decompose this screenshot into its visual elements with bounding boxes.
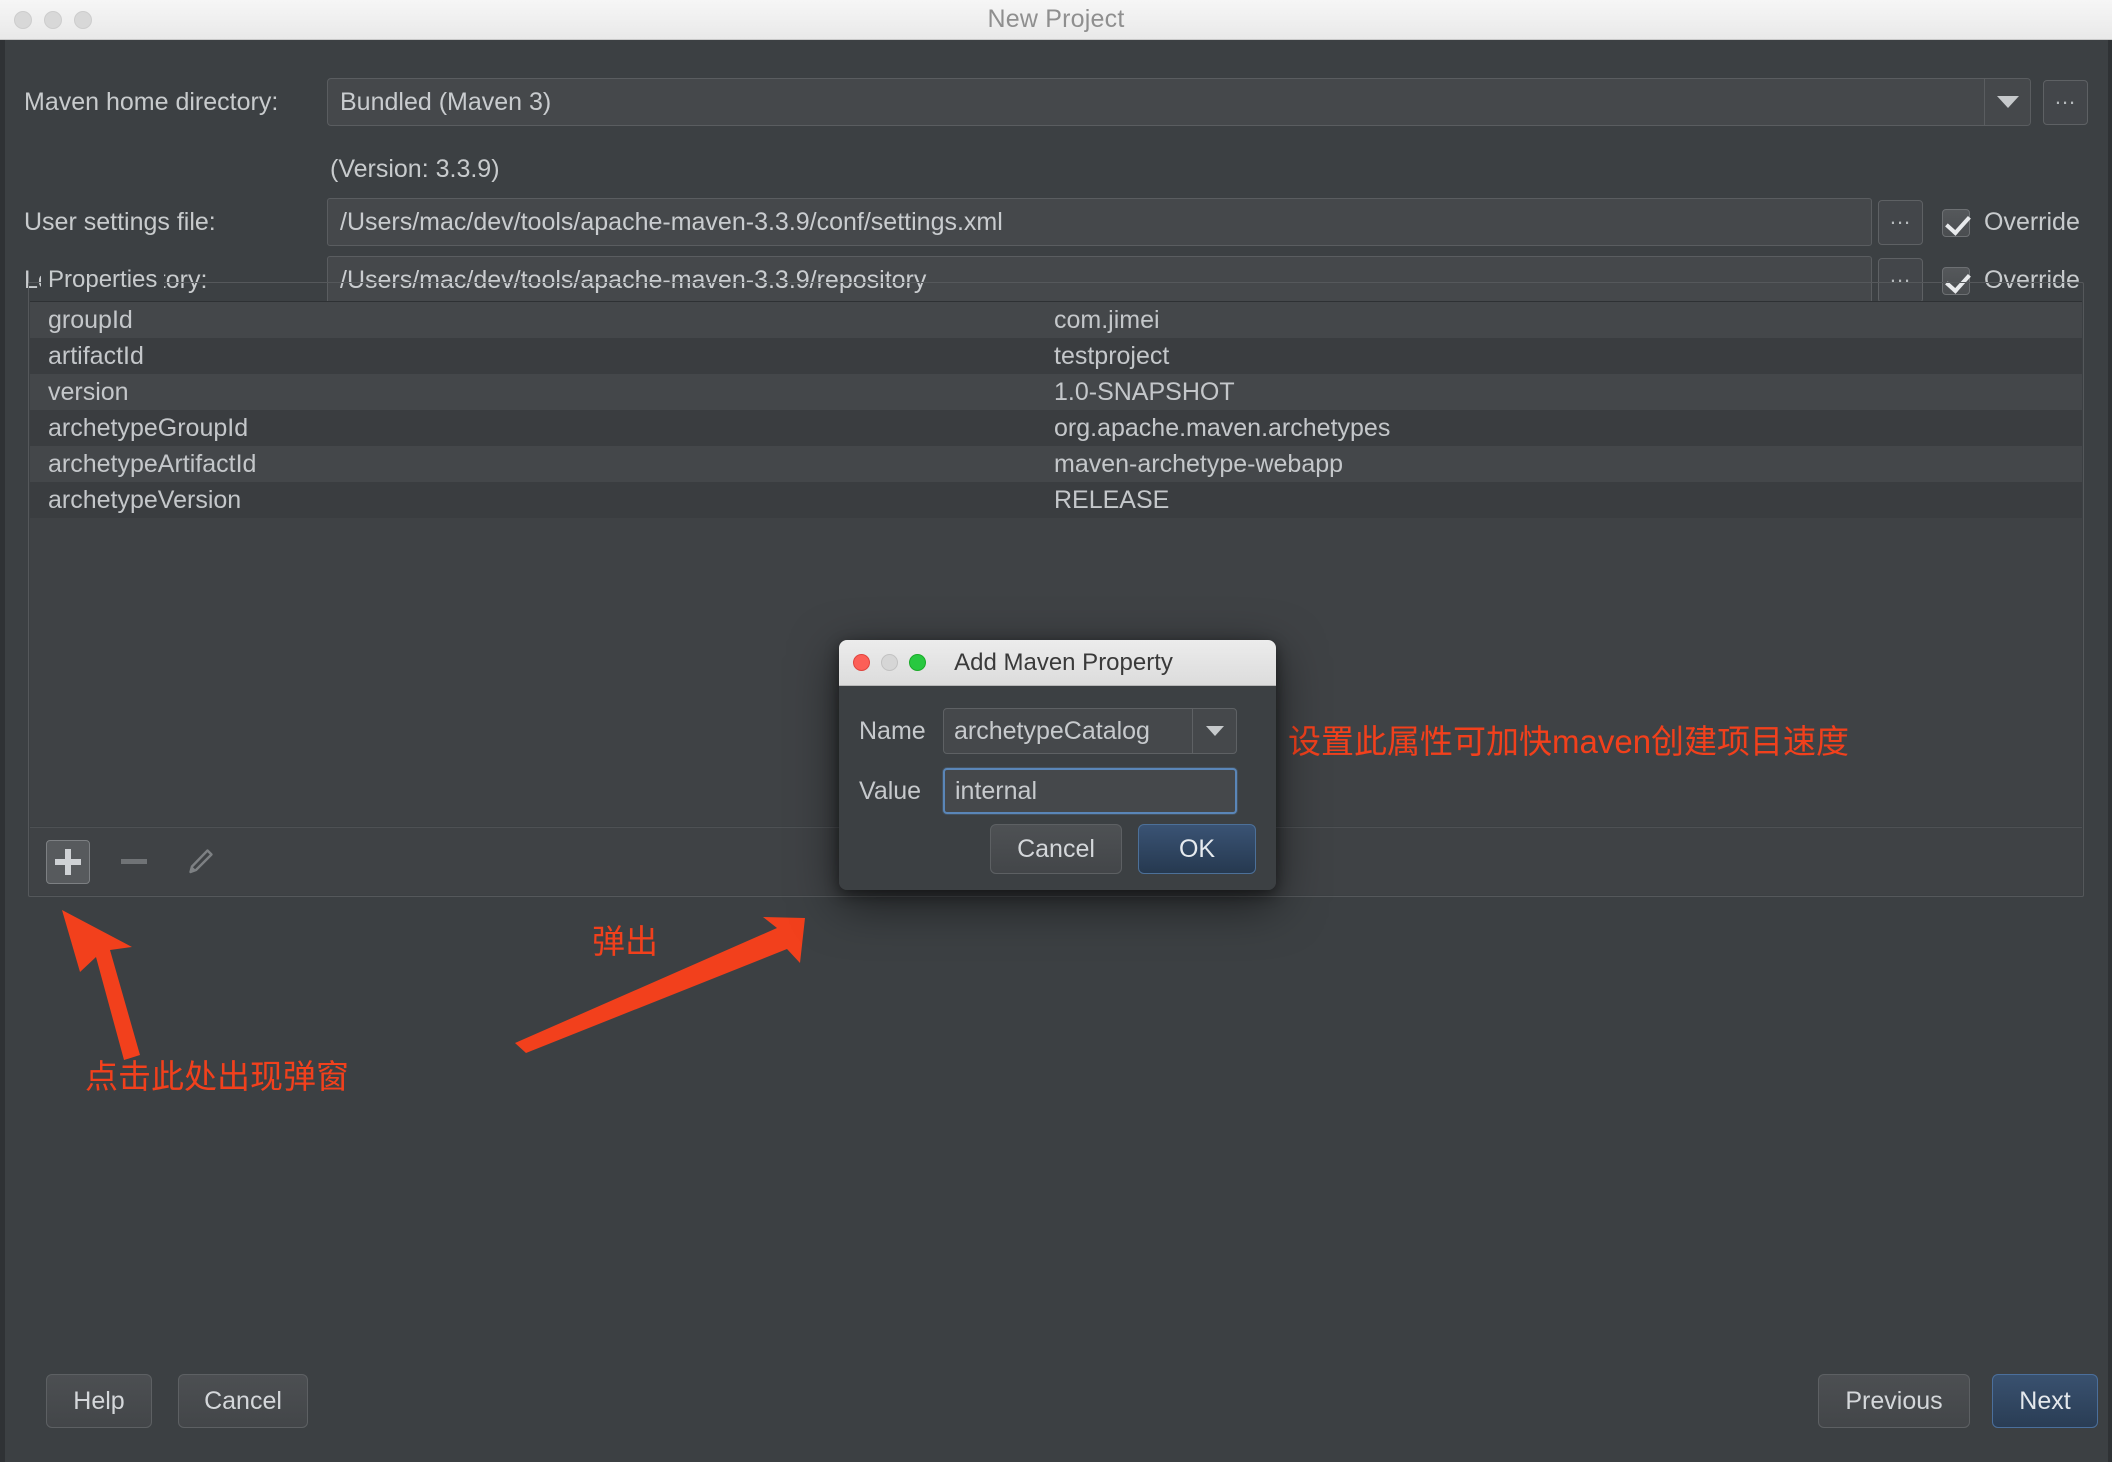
properties-legend: Properties bbox=[41, 266, 165, 294]
add-maven-property-dialog: Add Maven Property Name archetypeCatalog… bbox=[839, 640, 1276, 890]
dialog-buttons: Cancel OK bbox=[990, 824, 1256, 874]
maven-home-browse-button[interactable]: ... bbox=[2043, 80, 2088, 125]
table-row[interactable]: archetypeArtifactId maven-archetype-webap… bbox=[30, 446, 2082, 482]
property-key: groupId bbox=[48, 305, 133, 334]
maven-home-combobox[interactable]: Bundled (Maven 3) bbox=[327, 78, 2031, 126]
property-value: RELEASE bbox=[1054, 485, 1170, 514]
dialog-name-label: Name bbox=[859, 716, 926, 745]
table-row[interactable]: archetypeGroupId org.apache.maven.archety… bbox=[30, 410, 2082, 446]
window-controls[interactable] bbox=[14, 0, 92, 39]
dialog-close-button[interactable] bbox=[853, 654, 870, 671]
user-settings-override[interactable]: Override bbox=[1942, 208, 2080, 237]
maven-home-value: Bundled (Maven 3) bbox=[340, 87, 552, 116]
dialog-value-input[interactable]: internal bbox=[943, 768, 1237, 814]
user-settings-browse-button[interactable]: ... bbox=[1878, 200, 1923, 245]
property-value: org.apache.maven.archetypes bbox=[1054, 413, 1391, 442]
dialog-name-value: archetypeCatalog bbox=[954, 716, 1150, 745]
user-settings-override-checkbox[interactable] bbox=[1942, 208, 1970, 237]
dialog-maximize-button[interactable] bbox=[909, 654, 926, 671]
user-settings-row: User settings file: bbox=[24, 198, 324, 246]
table-row[interactable]: archetypeVersion RELEASE bbox=[30, 482, 2082, 518]
plus-icon bbox=[55, 848, 81, 875]
dialog-value-label: Value bbox=[859, 776, 922, 805]
annotation-property-label: 设置此属性可加快maven创建项目速度 bbox=[1288, 723, 1850, 760]
new-project-window: New Project Maven home directory: Bundle… bbox=[0, 0, 2112, 1462]
property-key: artifactId bbox=[48, 341, 144, 370]
dialog-name-dropdown-button[interactable] bbox=[1192, 709, 1236, 753]
property-value: 1.0-SNAPSHOT bbox=[1054, 377, 1235, 406]
table-row[interactable]: artifactId testproject bbox=[30, 338, 2082, 374]
dialog-name-combobox[interactable]: archetypeCatalog bbox=[943, 708, 1237, 754]
maximize-window-button[interactable] bbox=[74, 10, 92, 29]
footer-right-buttons: Previous Next bbox=[1818, 1374, 2098, 1428]
close-window-button[interactable] bbox=[14, 10, 32, 29]
dialog-window-controls[interactable] bbox=[853, 654, 926, 671]
left-edge bbox=[0, 40, 5, 1462]
annotation-popup-label: 弹出 bbox=[592, 923, 658, 960]
window-titlebar: New Project bbox=[0, 0, 2112, 40]
property-value: testproject bbox=[1054, 341, 1170, 370]
minimize-window-button[interactable] bbox=[44, 10, 62, 29]
table-row[interactable]: version 1.0-SNAPSHOT bbox=[30, 374, 2082, 410]
property-value: maven-archetype-webapp bbox=[1054, 449, 1344, 478]
cancel-button[interactable]: Cancel bbox=[178, 1374, 308, 1428]
dialog-ok-button[interactable]: OK bbox=[1138, 824, 1256, 874]
property-value: com.jimei bbox=[1054, 305, 1160, 334]
help-button[interactable]: Help bbox=[46, 1374, 152, 1428]
property-key: archetypeGroupId bbox=[48, 413, 249, 442]
window-title: New Project bbox=[987, 5, 1125, 33]
right-edge bbox=[2108, 40, 2112, 1462]
property-key: archetypeVersion bbox=[48, 485, 242, 514]
footer-left-buttons: Help Cancel bbox=[46, 1374, 308, 1428]
chevron-down-icon bbox=[1205, 726, 1224, 736]
dialog-body: Maven home directory: Bundled (Maven 3) … bbox=[0, 40, 2112, 1462]
dialog-titlebar: Add Maven Property bbox=[839, 640, 1276, 686]
previous-button[interactable]: Previous bbox=[1818, 1374, 1970, 1428]
maven-home-label: Maven home directory: bbox=[24, 87, 279, 116]
dialog-content: Name archetypeCatalog Value internal Can… bbox=[839, 686, 1276, 890]
pencil-icon bbox=[189, 848, 213, 873]
user-settings-input[interactable]: /Users/mac/dev/tools/apache-maven-3.3.9/… bbox=[327, 198, 1872, 246]
minus-icon bbox=[121, 859, 147, 864]
next-button[interactable]: Next bbox=[1992, 1374, 2098, 1428]
dialog-minimize-button[interactable] bbox=[881, 654, 898, 671]
property-key: archetypeArtifactId bbox=[48, 449, 257, 478]
maven-home-row: Maven home directory: bbox=[24, 78, 324, 126]
user-settings-label: User settings file: bbox=[24, 207, 216, 236]
property-key: version bbox=[48, 377, 129, 406]
user-settings-override-label: Override bbox=[1984, 208, 2080, 236]
arrow-to-dialog-icon bbox=[515, 917, 805, 1053]
dialog-name-row: Name archetypeCatalog bbox=[859, 708, 1256, 754]
dialog-cancel-button[interactable]: Cancel bbox=[990, 824, 1122, 874]
dialog-value-row: Value internal bbox=[859, 768, 1256, 814]
annotation-click-label: 点击此处出现弹窗 bbox=[85, 1058, 349, 1095]
maven-home-dropdown-button[interactable] bbox=[1984, 79, 2030, 125]
remove-property-button[interactable] bbox=[112, 840, 156, 884]
maven-version-note: (Version: 3.3.9) bbox=[330, 155, 500, 183]
table-row[interactable]: groupId com.jimei bbox=[30, 302, 2082, 338]
edit-property-button[interactable] bbox=[178, 840, 222, 884]
add-property-button[interactable] bbox=[46, 839, 90, 884]
arrow-to-add-button-icon bbox=[62, 910, 140, 1060]
chevron-down-icon bbox=[1996, 96, 2019, 108]
